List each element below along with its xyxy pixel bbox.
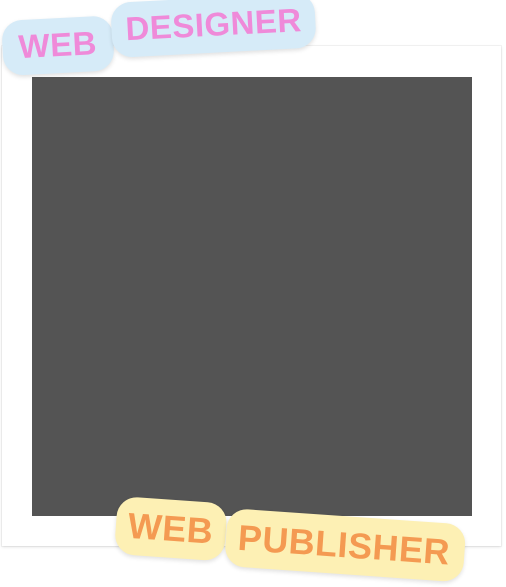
sticker-web-bottom-label: WEB <box>113 496 228 562</box>
sticker-designer-text: DESIGNER <box>124 1 303 48</box>
sticker-publisher-text: PUBLISHER <box>236 516 452 573</box>
sticker-web-bottom-text: WEB <box>126 504 215 552</box>
sticker-web-label: WEB <box>1 15 115 77</box>
sticker-web-text: WEB <box>17 24 98 66</box>
photo-placeholder <box>32 77 472 516</box>
